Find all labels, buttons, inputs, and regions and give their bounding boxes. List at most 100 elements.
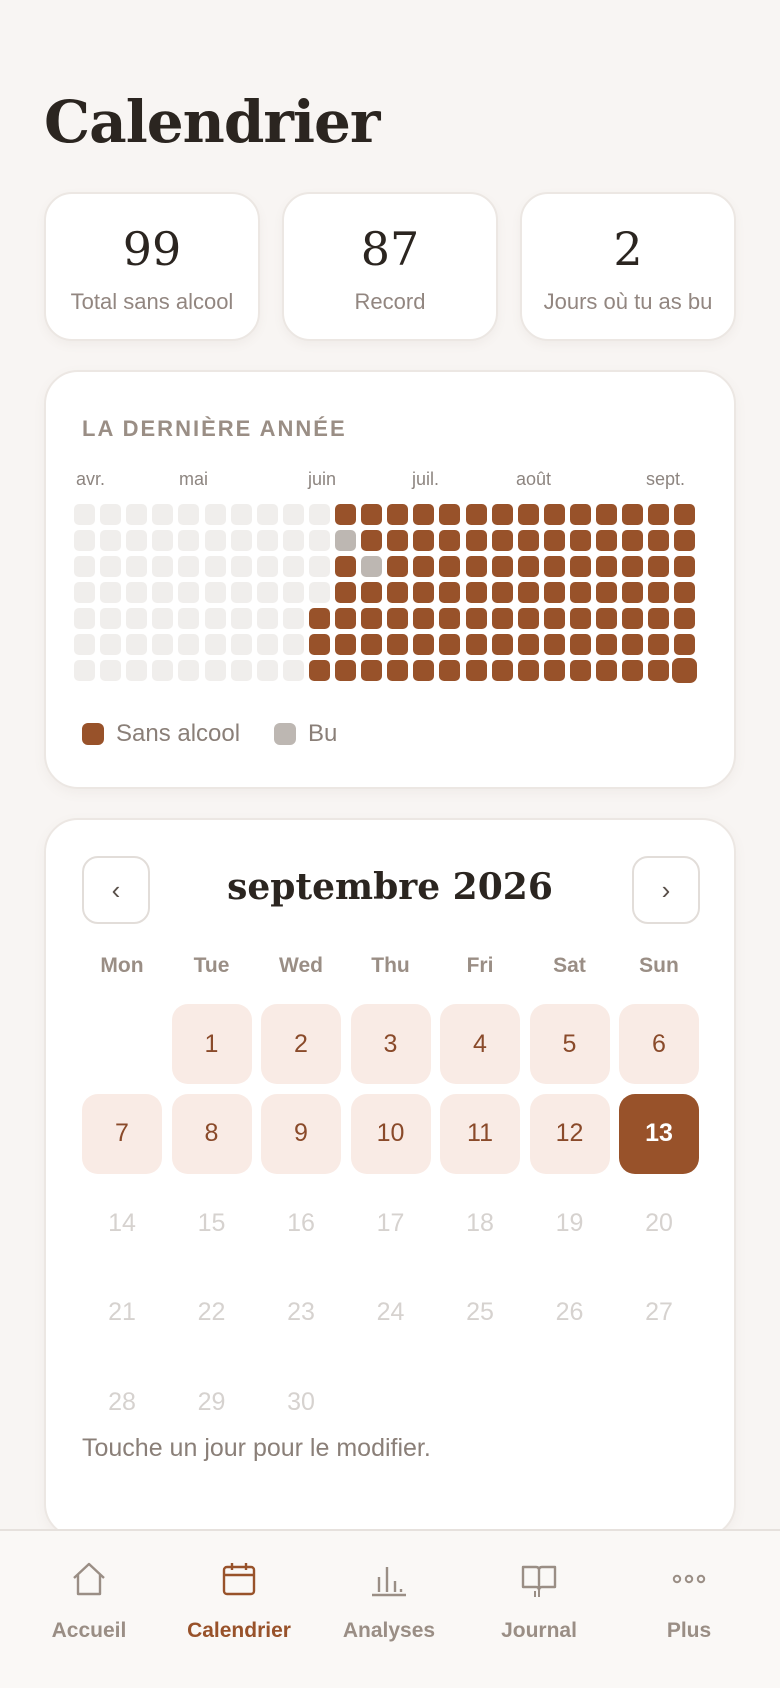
- day-cell[interactable]: 7: [82, 1093, 162, 1174]
- heatmap-cell-empty: [126, 504, 148, 525]
- day-cell: 19: [555, 1208, 584, 1237]
- stat-card-drinking-days: 2 Jours où tu as bu: [520, 192, 736, 341]
- home-icon: [73, 1562, 105, 1596]
- day-cell[interactable]: 9: [261, 1093, 341, 1174]
- heatmap-cell-empty: [230, 660, 252, 681]
- heatmap-cell-sober: [335, 582, 356, 603]
- heatmap-cell-empty: [100, 634, 122, 655]
- heatmap-cell-empty: [178, 634, 200, 655]
- heatmap-cell-empty: [100, 582, 122, 603]
- heatmap-cell-sober: [674, 530, 696, 551]
- heatmap-cell-sober: [308, 608, 330, 629]
- heatmap-cell-empty: [282, 660, 304, 681]
- day-cell[interactable]: 12: [529, 1093, 610, 1174]
- heatmap-cell-empty: [74, 582, 95, 603]
- month-calendar-card: ‹ septembre 2026 › Touche un jour pour l…: [44, 818, 736, 1538]
- heatmap-cell-sober: [648, 582, 670, 603]
- stat-label: Jours où tu as bu: [543, 289, 713, 314]
- heatmap-cell-empty: [126, 556, 148, 577]
- heatmap-cell-sober: [596, 582, 617, 603]
- day-cell: 25: [466, 1298, 494, 1326]
- day-cell[interactable]: 11: [440, 1093, 520, 1174]
- heatmap-cell-empty: [100, 608, 122, 629]
- heatmap-cell-empty: [152, 660, 174, 681]
- heatmap-cell-empty: [256, 582, 278, 603]
- heatmap-cell-empty: [204, 608, 226, 629]
- heatmap-cell-sober: [387, 530, 409, 551]
- day-cell: 18: [466, 1208, 494, 1237]
- tab-calendrier[interactable]: Calendrier: [164, 1531, 314, 1651]
- heatmap-cell-empty: [282, 608, 304, 629]
- tab-bar: Accueil Calendrier Analyses Journal Plus: [0, 1529, 780, 1688]
- tab-analyses[interactable]: Analyses: [314, 1531, 464, 1651]
- heatmap-cell-empty: [204, 582, 226, 603]
- heatmap-cell-sober: [465, 556, 487, 577]
- weekday-sat: Sat: [553, 954, 586, 977]
- next-month-button[interactable]: ›: [632, 856, 700, 924]
- heatmap-cell-sober: [308, 634, 330, 655]
- day-cell[interactable]: 6: [619, 1004, 699, 1084]
- heatmap-cell-sober: [569, 634, 591, 655]
- day-cell: 29: [197, 1387, 226, 1416]
- heatmap-cell-empty: [230, 504, 252, 525]
- day-cell: 15: [197, 1208, 226, 1237]
- heatmap-cell-sober: [569, 556, 591, 577]
- tab-label: Plus: [666, 1619, 712, 1642]
- heatmap-cell-sober: [361, 634, 383, 655]
- heatmap-cell-sober: [596, 530, 617, 551]
- day-cell[interactable]: 4: [440, 1004, 520, 1084]
- heatmap-cell-sober: [674, 608, 696, 629]
- day-cell[interactable]: 3: [350, 1004, 431, 1084]
- heatmap-cell-sober: [543, 582, 565, 603]
- heatmap-cell-empty: [100, 660, 122, 681]
- day-cell-today[interactable]: 13: [619, 1093, 699, 1174]
- heatmap-cell-empty: [230, 608, 252, 629]
- weekday-thu: Thu: [371, 954, 410, 977]
- heatmap-cell-empty: [256, 660, 278, 681]
- heatmap-cell-sober: [439, 608, 461, 629]
- heatmap-cell-sober: [648, 634, 670, 655]
- year-heatmap-card: LA DERNIÈRE ANNÉE avr. mai juin juil. ao…: [44, 370, 736, 789]
- tab-label: Analyses: [342, 1619, 436, 1642]
- heatmap-cell-empty: [152, 582, 174, 603]
- day-cell: 16: [287, 1208, 315, 1237]
- day-cell: 23: [287, 1298, 315, 1326]
- day-cell: 20: [645, 1208, 673, 1237]
- day-cell: 14: [108, 1208, 136, 1237]
- heatmap-cell-empty: [74, 660, 95, 681]
- heatmap-cell-sober: [335, 556, 356, 577]
- heatmap-cell-empty: [204, 504, 226, 525]
- heatmap-cell-empty: [126, 634, 148, 655]
- heatmap-cell-sober: [491, 582, 513, 603]
- section-title: LA DERNIÈRE ANNÉE: [82, 416, 347, 441]
- tab-journal[interactable]: Journal: [464, 1531, 614, 1651]
- day-cell[interactable]: 8: [171, 1093, 252, 1174]
- heatmap-cell-sober: [674, 556, 696, 577]
- day-cell: 28: [108, 1387, 136, 1416]
- heatmap-cell-sober: [491, 634, 513, 655]
- heatmap-cell-sober: [543, 530, 565, 551]
- heatmap-cell-empty: [256, 530, 278, 551]
- tab-plus[interactable]: Plus: [614, 1531, 764, 1651]
- tab-accueil[interactable]: Accueil: [14, 1531, 164, 1651]
- day-cell[interactable]: 1: [171, 1004, 252, 1084]
- heatmap-cell-sober: [622, 634, 644, 655]
- day-cell[interactable]: 2: [261, 1004, 341, 1084]
- heatmap-cell-sober: [361, 660, 383, 681]
- heatmap-cell-empty: [230, 556, 252, 577]
- day-cell[interactable]: 5: [529, 1004, 610, 1084]
- heatmap-cell-empty: [256, 608, 278, 629]
- tab-label: Accueil: [51, 1619, 127, 1642]
- heatmap-cell-empty: [178, 504, 200, 525]
- heatmap-cell-sober: [543, 634, 565, 655]
- heatmap-cell-empty: [230, 530, 252, 551]
- heatmap-cell-sober: [648, 504, 670, 525]
- heatmap-cell-sober: [543, 504, 565, 525]
- heatmap-cell-sober: [387, 634, 409, 655]
- heatmap-cell-empty: [308, 530, 330, 551]
- day-cell[interactable]: 10: [350, 1093, 431, 1174]
- heatmap-cell-empty: [178, 530, 200, 551]
- heatmap-cell-sober: [648, 660, 670, 681]
- heatmap-cell-empty: [256, 634, 278, 655]
- heatmap-cell-sober: [335, 504, 356, 525]
